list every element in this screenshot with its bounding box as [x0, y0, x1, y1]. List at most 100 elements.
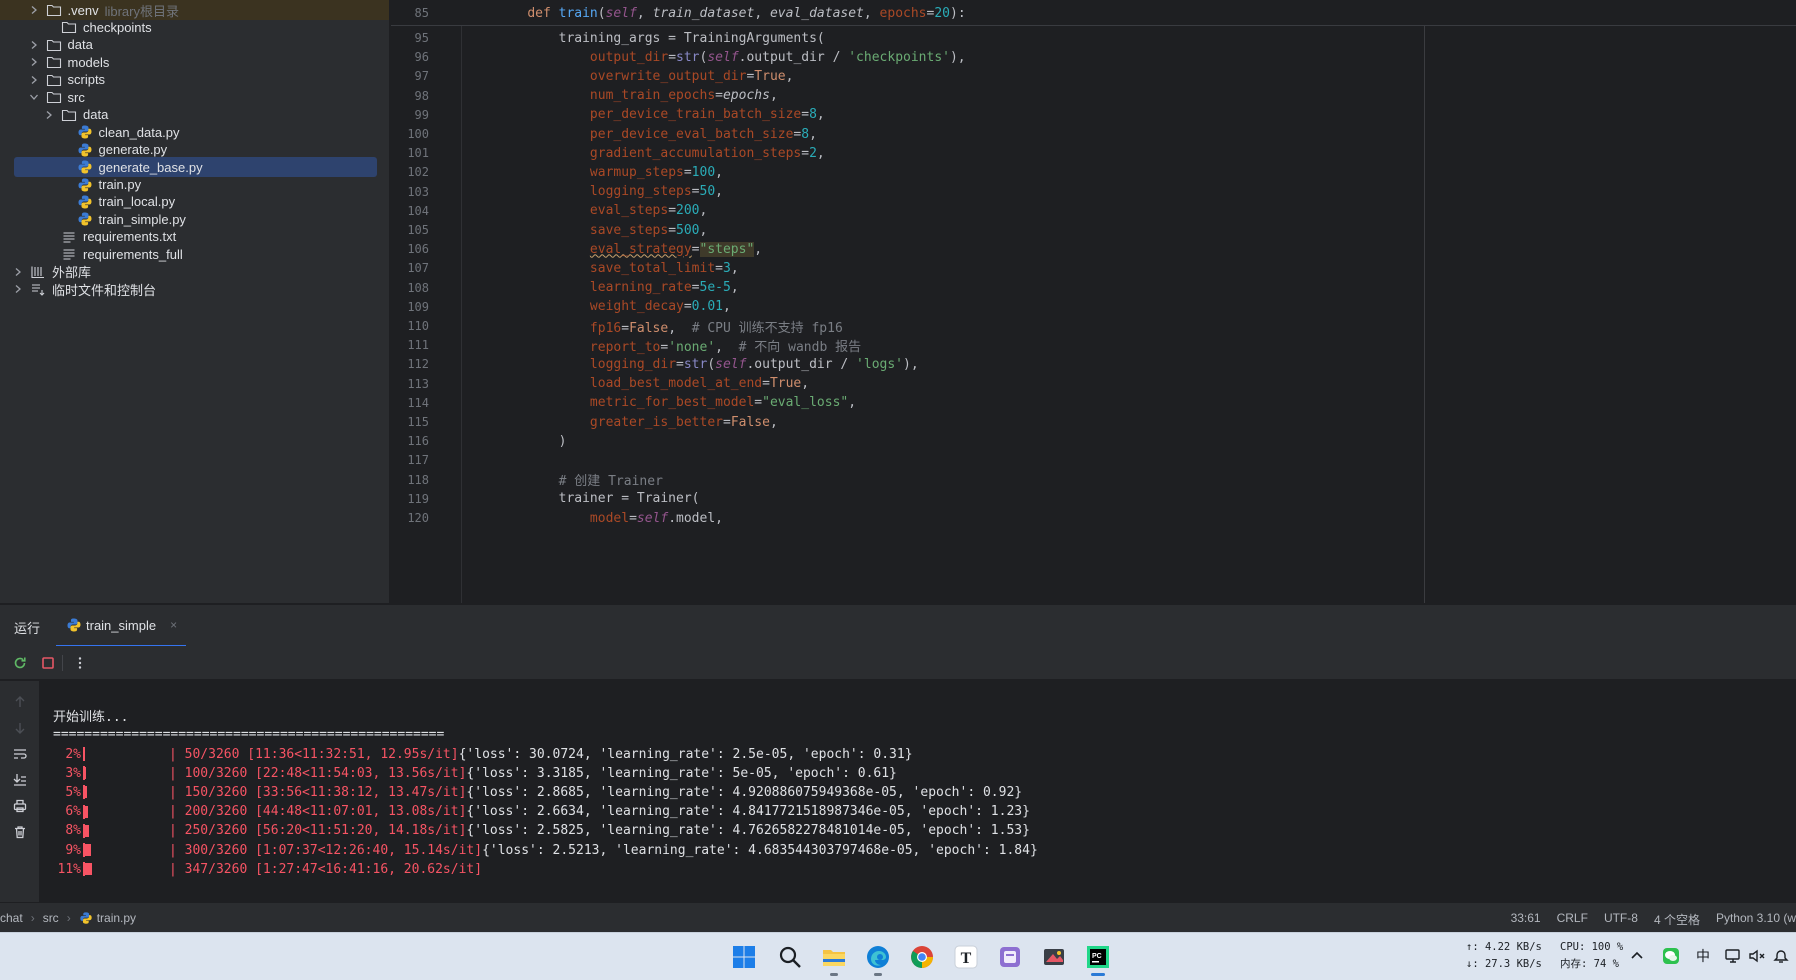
indent-setting[interactable]: 4 个空格: [1654, 911, 1700, 928]
code-text: report_to='none', # 不向 wandb 报告: [589, 339, 862, 355]
line-number: 95: [414, 31, 429, 45]
edge-browser-icon[interactable]: [864, 943, 892, 976]
caret-position[interactable]: 33:61: [1511, 911, 1541, 928]
chevron-placeholder: [59, 213, 71, 225]
python-file-icon: [77, 177, 93, 193]
console-separator: ========================================…: [53, 726, 445, 742]
code-text: training_args = TrainingArguments(: [496, 30, 825, 46]
tree-item-label: checkpoints: [83, 19, 152, 35]
progress-info: | 300/3260 [1:07:37<12:26:40, 15.14s/it]: [169, 842, 483, 858]
progress-bar-fill: [83, 805, 88, 818]
folder-icon: [46, 37, 62, 53]
download-speed: ↓: 27.3 KB/s: [1466, 958, 1542, 970]
progress-bar: [83, 823, 167, 838]
snipping-tool-icon[interactable]: [1040, 943, 1068, 971]
soft-wrap-icon[interactable]: [12, 746, 28, 762]
sticky-scroll-header[interactable]: 85 def train(self, train_dataset, eval_d…: [391, 0, 1796, 26]
notes-app-icon[interactable]: [996, 943, 1024, 971]
progress-info: | 150/3260 [33:56<11:38:12, 13.47s/it]: [169, 784, 467, 800]
close-icon[interactable]: ×: [170, 618, 177, 632]
python-interpreter[interactable]: Python 3.10 (w: [1716, 911, 1796, 928]
running-indicator: [830, 973, 838, 976]
tab-train-simple[interactable]: train_simple ×: [56, 605, 186, 647]
stop-icon[interactable]: [40, 655, 56, 671]
code-editor[interactable]: 85 def train(self, train_dataset, eval_d…: [391, 0, 1796, 603]
memory-usage: 内存: 74 %: [1560, 958, 1619, 970]
cpu-usage: CPU: 100 %: [1560, 941, 1624, 953]
line-number: 100: [407, 127, 429, 141]
scroll-to-end-icon[interactable]: [12, 772, 28, 788]
more-options-icon[interactable]: [72, 655, 88, 671]
print-icon[interactable]: [12, 798, 28, 814]
windows-start-icon[interactable]: [730, 943, 758, 971]
chevron-placeholder: [43, 231, 55, 243]
python-file-icon: [77, 124, 93, 140]
volume-muted-icon[interactable]: [1746, 945, 1768, 967]
pycharm-icon[interactable]: PC: [1084, 943, 1112, 976]
chevron-up-icon[interactable]: [1626, 945, 1648, 967]
progress-bar: [83, 843, 167, 857]
typora-icon[interactable]: T: [952, 943, 980, 971]
code-text: load_best_model_at_end=True,: [589, 376, 810, 392]
tab-label: train_simple: [86, 617, 157, 633]
chrome-icon[interactable]: [908, 943, 936, 971]
chevron-right-icon[interactable]: [28, 39, 40, 51]
trash-icon[interactable]: [12, 824, 28, 840]
wechat-icon[interactable]: [1660, 945, 1682, 967]
running-indicator: [874, 973, 882, 976]
scroll-down-icon[interactable]: [12, 720, 28, 736]
line-number: 119: [407, 491, 429, 506]
chevron-right-icon: ›: [66, 911, 71, 925]
rerun-icon[interactable]: [12, 655, 28, 671]
tree-item-label: clean_data.py: [98, 124, 180, 140]
breadcrumb-src[interactable]: src: [43, 911, 59, 925]
chevron-placeholder: [59, 126, 71, 138]
chevron-right-icon[interactable]: [43, 109, 55, 121]
file-explorer-icon[interactable]: [820, 943, 848, 976]
chevron-right-icon[interactable]: [28, 56, 40, 68]
breadcrumb-project[interactable]: chat: [0, 911, 23, 925]
search-icon[interactable]: [776, 943, 804, 971]
project-tree: .venv library根目录 checkpoints data models scri…: [0, 0, 390, 603]
notification-icon[interactable]: [1770, 945, 1792, 967]
network-icon[interactable]: [1722, 945, 1744, 967]
line-number: 103: [407, 184, 429, 199]
chevron-right-icon[interactable]: [28, 74, 40, 86]
chevron-right-icon[interactable]: [12, 283, 24, 295]
chevron-placeholder: [59, 196, 71, 208]
tree-item-label: data: [67, 37, 93, 53]
code-text: fp16=False, # CPU 训练不支持 fp16: [589, 320, 843, 336]
line-number: 109: [407, 299, 429, 314]
scroll-up-icon[interactable]: [12, 694, 28, 710]
python-file-icon: [77, 194, 93, 210]
tree-item-label: requirements_full: [83, 246, 183, 262]
progress-bar: [83, 862, 167, 877]
progress-bar: [83, 747, 167, 761]
tree-item-label: data: [83, 107, 109, 123]
training-log: {'loss': 2.5825, 'learning_rate': 4.7626…: [466, 823, 1030, 839]
breadcrumb-file[interactable]: train.py: [79, 911, 136, 925]
line-number: 98: [414, 88, 429, 103]
code-text: save_steps=500,: [589, 222, 708, 238]
folder-icon: [61, 107, 77, 123]
code-text: # 创建 Trainer: [558, 474, 663, 490]
tree-item[interactable]: 临时文件和控制台: [0, 279, 389, 299]
code-line[interactable]: 120 model=self.model,: [391, 507, 1796, 529]
chevron-down-icon[interactable]: [28, 91, 40, 103]
chevron-right-icon[interactable]: [12, 266, 24, 278]
file-encoding[interactable]: UTF-8: [1604, 911, 1638, 928]
run-console-output[interactable]: 开始训练... ================================…: [41, 681, 1796, 902]
progress-bar-fill: [83, 767, 86, 780]
code-text: num_train_epochs=epochs,: [589, 88, 778, 104]
training-log: {'loss': 3.3185, 'learning_rate': 5e-05,…: [466, 765, 897, 781]
input-method-indicator[interactable]: 中: [1692, 945, 1714, 967]
line-ending[interactable]: CRLF: [1557, 911, 1588, 928]
chevron-right-icon[interactable]: [28, 4, 40, 16]
run-toolbar: [0, 646, 1796, 680]
progress-percent: 2%: [65, 746, 81, 762]
tree-item-label: src: [67, 89, 85, 105]
progress-percent: 5%: [65, 784, 81, 800]
progress-info: | 250/3260 [56:20<11:51:20, 14.18s/it]: [169, 823, 467, 839]
progress-percent: 6%: [65, 804, 81, 820]
windows-taskbar: T PC ↑: 4.22 KB/s ↓: 27.3 KB/s CPU: 100 …: [0, 932, 1796, 980]
